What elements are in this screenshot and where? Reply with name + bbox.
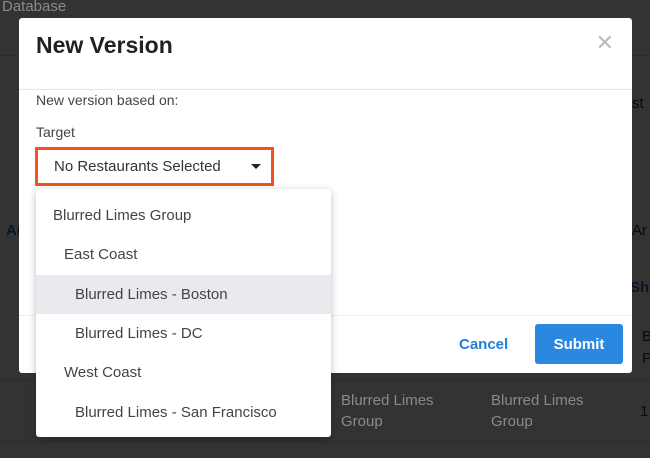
dropdown-item[interactable]: Blurred Limes - Boston [36, 274, 331, 314]
table-cell: Blurred Limes Group [491, 392, 584, 430]
divider [19, 89, 632, 90]
target-dropdown-menu: Blurred Limes Group East Coast Blurred L… [36, 189, 331, 437]
dropdown-item[interactable]: Blurred Limes - San Francisco [36, 392, 331, 431]
target-label: Target [36, 124, 75, 140]
based-on-label: New version based on: [36, 92, 179, 108]
dropdown-item[interactable]: West Coast [36, 353, 331, 392]
target-select-value: No Restaurants Selected [54, 158, 221, 175]
table-cell: Blurred Limes Group [341, 392, 434, 430]
target-select[interactable]: No Restaurants Selected [35, 147, 274, 186]
page-title: Database [2, 0, 67, 15]
close-icon[interactable]: ✕ [596, 30, 614, 56]
submit-button[interactable]: Submit [535, 324, 623, 364]
dropdown-item[interactable]: Blurred Limes - DC [36, 314, 331, 353]
dropdown-item[interactable]: Blurred Limes Group [36, 196, 331, 235]
dialog-title: New Version [36, 32, 173, 58]
chevron-down-icon [251, 164, 261, 169]
cancel-button[interactable]: Cancel [459, 336, 508, 353]
dropdown-item[interactable]: East Coast [36, 235, 331, 274]
